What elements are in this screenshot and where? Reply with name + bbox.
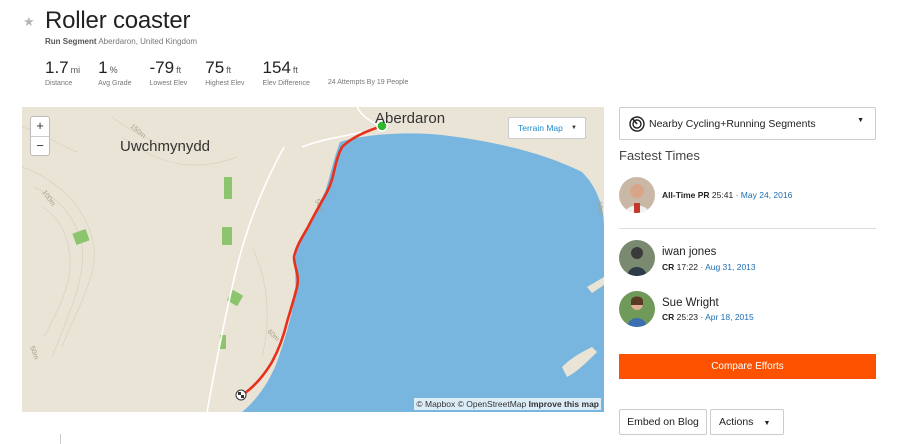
stat-label: Distance	[45, 80, 73, 87]
segment-location: Aberdaron, United Kingdom	[98, 37, 198, 46]
actions-label: Actions	[719, 416, 754, 428]
avatar[interactable]	[619, 177, 655, 213]
leaderboard-entry[interactable]: All-Time PR 25:41 · May 24, 2016	[619, 177, 876, 217]
town-label-aberdaron: Aberdaron	[375, 110, 446, 127]
nearby-segments-label: Nearby Cycling+Running Segments	[649, 118, 816, 130]
entry-meta: CR 25:23 · Apr 18, 2015	[662, 312, 754, 322]
athlete-name[interactable]: iwan jones	[662, 246, 716, 258]
stat-unit: ft	[176, 65, 182, 75]
stat-elev-difference: 154 ft Elev Difference	[263, 58, 310, 87]
stat-label: Lowest Elev	[149, 80, 188, 87]
map-style-label: Terrain Map	[518, 123, 563, 133]
stat-unit: ft	[226, 65, 232, 75]
entry-date[interactable]: May 24, 2016	[741, 190, 793, 200]
entry-time: 25:23	[676, 312, 698, 322]
compare-efforts-button[interactable]: Compare Efforts	[619, 354, 876, 379]
stat-value: -79	[149, 58, 175, 77]
segment-icon	[629, 116, 645, 132]
leaderboard-entry[interactable]: iwan jones CR 17:22 · Aug 31, 2013	[619, 240, 876, 280]
stat-distance: 1.7 mi Distance	[45, 58, 80, 87]
actions-button[interactable]: Actions ▼	[710, 409, 784, 435]
stat-unit: mi	[70, 65, 81, 75]
chevron-down-icon: ▼	[857, 117, 864, 124]
segment-stats: 1.7 mi Distance 1% Avg Grade -79 ft Lowest…	[45, 58, 408, 87]
segment-type: Run Segment	[45, 37, 97, 46]
segment-subtitle: Run Segment Aberdaron, United Kingdom	[45, 37, 197, 46]
zoom-in-button[interactable]: +	[31, 117, 49, 136]
stat-unit: %	[109, 65, 118, 75]
stat-label: Avg Grade	[98, 80, 132, 87]
entry-badge: All-Time PR	[662, 190, 710, 200]
stat-value: 1	[98, 58, 108, 77]
avatar[interactable]	[619, 291, 655, 327]
entry-badge: CR	[662, 312, 675, 322]
entry-separator: ·	[700, 262, 704, 272]
entry-meta: All-Time PR 25:41 · May 24, 2016	[662, 190, 792, 200]
stat-label: Elev Difference	[262, 80, 310, 87]
entry-meta: CR 17:22 · Aug 31, 2013	[662, 262, 756, 272]
stat-avg-grade: 1% Avg Grade	[98, 58, 131, 87]
fastest-times-heading: Fastest Times	[619, 148, 700, 163]
zoom-control: + −	[30, 116, 50, 156]
improve-map-link[interactable]: Improve this map	[529, 399, 599, 409]
stat-value: 154	[262, 58, 291, 77]
divider	[619, 228, 876, 229]
chevron-down-icon: ▼	[571, 125, 577, 131]
entry-separator: ·	[700, 312, 704, 322]
zoom-out-button[interactable]: −	[31, 136, 49, 155]
entry-date[interactable]: Apr 18, 2015	[705, 312, 754, 322]
town-label-uwchmynydd: Uwchmynydd	[120, 138, 211, 155]
chevron-down-icon: ▼	[763, 420, 771, 427]
map-canvas[interactable]: 150m 100m 50m 60m 50m 50m	[22, 107, 604, 412]
avatar[interactable]	[619, 240, 655, 276]
star-icon[interactable]: ★	[23, 14, 35, 30]
map-attribution: © Mapbox © OpenStreetMap Improve this ma…	[414, 398, 601, 410]
entry-time: 17:22	[676, 262, 698, 272]
stat-value: 1.7	[45, 58, 69, 77]
stat-label: Highest Elev	[205, 80, 245, 87]
entry-time: 25:41	[711, 190, 734, 200]
finish-flag-icon	[235, 389, 247, 401]
page-title: Roller coaster	[45, 7, 191, 34]
attempts-count: 24 Attempts By 19 People	[327, 79, 409, 86]
nearby-segments-dropdown[interactable]: Nearby Cycling+Running Segments ▼	[619, 107, 876, 140]
leaderboard-entry[interactable]: Sue Wright CR 25:23 · Apr 18, 2015	[619, 291, 876, 331]
stat-unit: ft	[292, 65, 298, 75]
stat-lowest-elev: -79 ft Lowest Elev	[149, 58, 187, 87]
segment-map[interactable]: 150m 100m 50m 60m 50m 50m + − Terrain Ma…	[22, 107, 604, 412]
attribution-text[interactable]: © Mapbox © OpenStreetMap	[416, 399, 526, 409]
map-style-dropdown[interactable]: Terrain Map ▼	[508, 117, 586, 139]
stat-value: 75	[205, 58, 225, 77]
entry-separator: ·	[735, 190, 739, 200]
entry-date[interactable]: Aug 31, 2013	[705, 262, 756, 272]
entry-badge: CR	[662, 262, 675, 272]
embed-on-blog-button[interactable]: Embed on Blog	[619, 409, 707, 435]
stat-highest-elev: 75 ft Highest Elev	[205, 58, 244, 87]
athlete-name[interactable]: Sue Wright	[662, 297, 719, 309]
divider	[60, 434, 61, 444]
